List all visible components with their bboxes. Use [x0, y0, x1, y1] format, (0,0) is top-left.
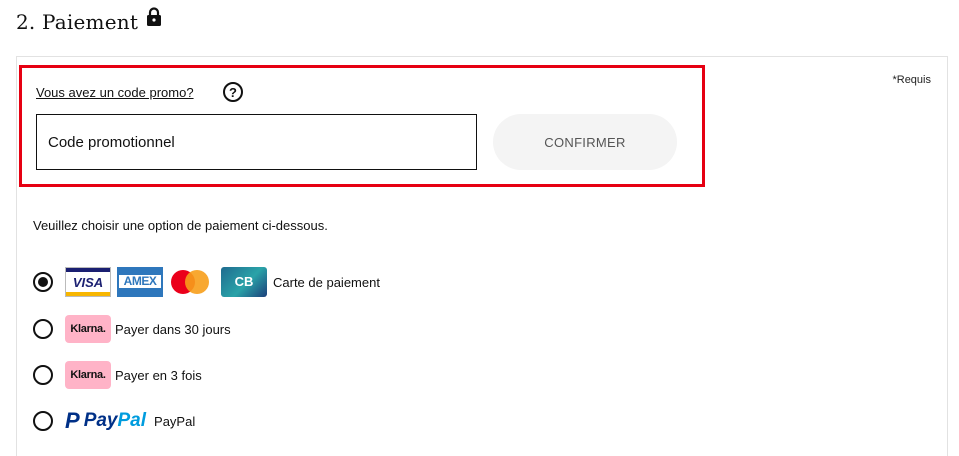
- klarna-logo: Klarna.: [65, 315, 111, 343]
- payment-option-label: Payer en 3 fois: [115, 367, 202, 383]
- payment-option-klarna-3x[interactable]: Klarna. Payer en 3 fois: [33, 361, 202, 389]
- klarna-logo: Klarna.: [65, 361, 111, 389]
- payment-panel: *Requis Vous avez un code promo? ? CONFI…: [16, 56, 948, 456]
- radio-selected-dot: [38, 277, 48, 287]
- amex-logo: AMEX: [117, 267, 163, 297]
- radio-paypal[interactable]: [33, 411, 53, 431]
- section-title: 2. Paiement: [16, 10, 139, 34]
- mastercard-logo: [169, 267, 215, 297]
- payment-option-paypal[interactable]: P Pay Pal PayPal: [33, 407, 195, 435]
- payment-option-label: Payer dans 30 jours: [115, 321, 231, 337]
- promo-code-section: Vous avez un code promo? ? CONFIRMER: [19, 65, 705, 187]
- payment-option-label: PayPal: [154, 413, 196, 429]
- payment-instructions: Veuillez choisir une option de paiement …: [33, 218, 328, 233]
- visa-logo: VISA: [65, 267, 111, 297]
- paypal-logo: P Pay Pal: [65, 408, 147, 433]
- radio-klarna-3x[interactable]: [33, 365, 53, 385]
- payment-option-card[interactable]: VISA AMEX CB Carte de paiement: [33, 267, 380, 297]
- promo-code-input[interactable]: [36, 114, 477, 170]
- section-header: 2. Paiement: [16, 6, 162, 34]
- radio-klarna-30[interactable]: [33, 319, 53, 339]
- lock-icon: [146, 6, 162, 32]
- promo-code-link[interactable]: Vous avez un code promo?: [36, 85, 194, 100]
- cb-logo: CB: [221, 267, 267, 297]
- confirm-button[interactable]: CONFIRMER: [493, 114, 677, 170]
- payment-option-label: Carte de paiement: [273, 274, 380, 290]
- payment-option-klarna-30[interactable]: Klarna. Payer dans 30 jours: [33, 315, 231, 343]
- required-note: *Requis: [892, 74, 931, 86]
- help-icon[interactable]: ?: [223, 82, 243, 102]
- radio-card[interactable]: [33, 272, 53, 292]
